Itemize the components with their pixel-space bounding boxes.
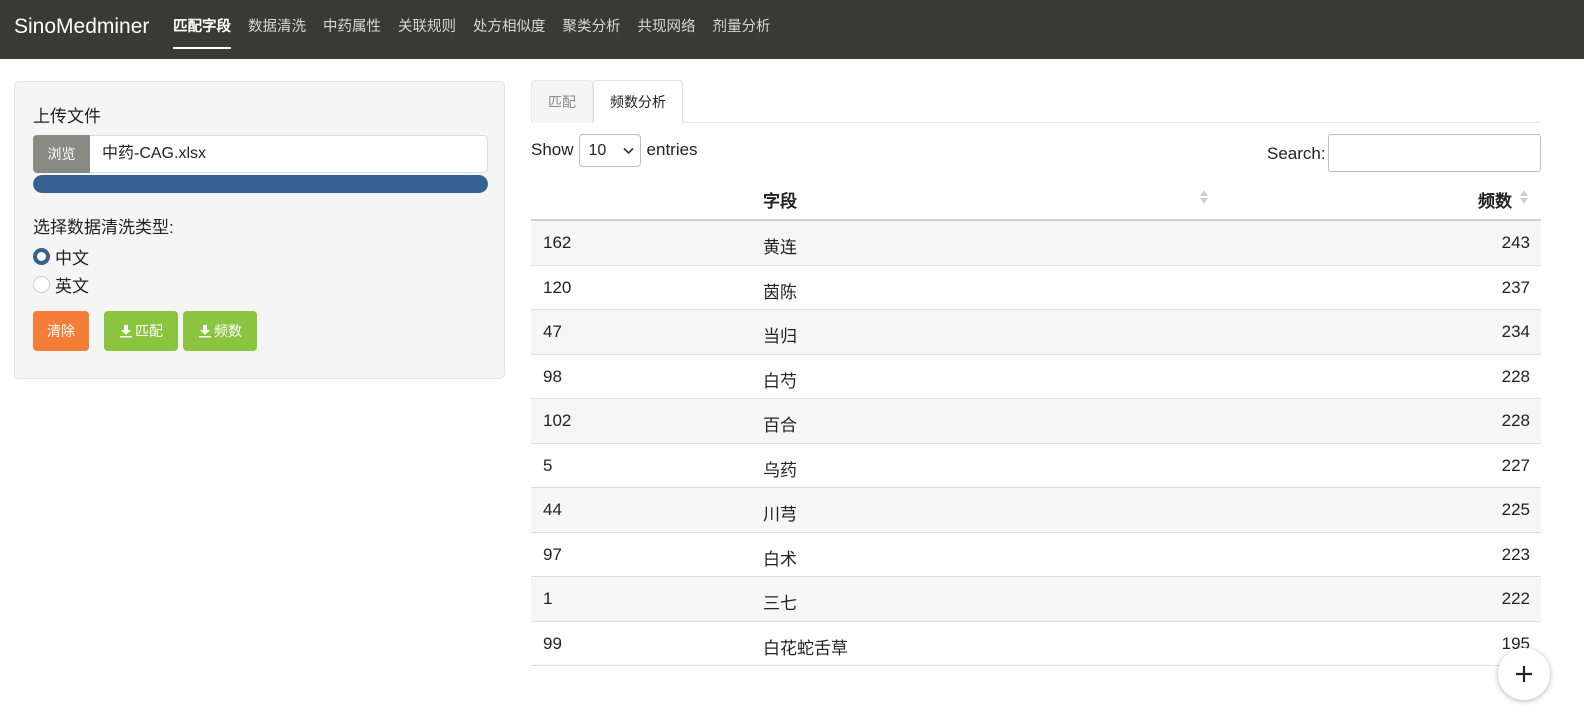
table-row[interactable]: 97 白术 223 <box>531 533 1541 577</box>
table-header: 字段 频数 <box>531 174 1541 221</box>
herb-name-cell: 乌药 <box>763 460 797 480</box>
nav-item-match-fields[interactable]: 匹配字段 <box>173 0 231 59</box>
sort-icon[interactable] <box>1519 188 1529 206</box>
radio-unchecked-icon[interactable] <box>33 276 50 293</box>
row-index-cell: 102 <box>543 411 572 430</box>
frequency-table: 字段 频数 162 黄连 243 120 茵陈 237 47 当归 234 98 白芍 228 102 百… <box>531 174 1541 666</box>
row-index-cell: 5 <box>543 455 553 475</box>
browse-button[interactable]: 浏览 <box>33 135 90 173</box>
herb-name-cell: 白花蛇舌草 <box>763 638 848 658</box>
nav-item-data-cleaning[interactable]: 数据清洗 <box>248 0 306 59</box>
radio-english[interactable]: 英文 <box>33 272 89 297</box>
row-index-cell: 98 <box>543 366 562 386</box>
table-row[interactable]: 98 白芍 228 <box>531 355 1541 399</box>
row-index-cell: 162 <box>543 233 572 252</box>
nav-item-cluster-analysis[interactable]: 聚类分析 <box>563 0 621 59</box>
nav-item-prescription-similarity[interactable]: 处方相似度 <box>473 0 546 59</box>
sort-icon[interactable] <box>1199 188 1209 206</box>
clear-button[interactable]: 清除 <box>33 311 89 351</box>
nav-items: 匹配字段 数据清洗 中药属性 关联规则 处方相似度 聚类分析 共现网络 剂量分析 <box>173 0 788 59</box>
download-match-label: 匹配 <box>135 323 163 339</box>
radio-checked-icon[interactable] <box>33 248 50 265</box>
show-entries: Show 10 entries <box>531 133 698 167</box>
row-index-cell: 1 <box>543 589 553 608</box>
frequency-cell: 223 <box>1501 544 1530 564</box>
entries-value: 10 <box>588 141 607 159</box>
frequency-cell: 234 <box>1501 322 1530 341</box>
clean-type-label: 选择数据清洗类型: <box>33 218 174 237</box>
row-index-cell: 44 <box>543 500 562 519</box>
download-match-button[interactable]: 匹配 <box>104 311 178 351</box>
row-index-cell: 97 <box>543 544 562 564</box>
table-body: 162 黄连 243 120 茵陈 237 47 当归 234 98 白芍 228 102 百合 228 5 乌… <box>531 221 1541 666</box>
search-input[interactable] <box>1328 134 1541 172</box>
row-index-cell: 120 <box>543 277 572 297</box>
table-row[interactable]: 5 乌药 227 <box>531 444 1541 488</box>
herb-name-cell: 当归 <box>763 327 797 346</box>
add-fab-button[interactable] <box>1498 648 1550 700</box>
herb-name-cell: 白芍 <box>763 371 797 391</box>
herb-name-cell: 黄连 <box>763 238 797 257</box>
table-row[interactable]: 99 白花蛇舌草 195 <box>531 622 1541 666</box>
frequency-cell: 225 <box>1501 500 1530 519</box>
frequency-cell: 228 <box>1501 411 1530 430</box>
table-row[interactable]: 44 川芎 225 <box>531 488 1541 533</box>
frequency-cell: 227 <box>1501 455 1530 475</box>
upload-progress-fill <box>33 175 488 193</box>
table-row[interactable]: 162 黄连 243 <box>531 221 1541 266</box>
frequency-cell: 228 <box>1501 366 1530 386</box>
entries-select[interactable]: 10 <box>578 133 641 167</box>
radio-chinese-label: 中文 <box>55 249 89 268</box>
tab-match[interactable]: 匹配 <box>531 80 593 123</box>
sidebar-panel: 上传文件 浏览 中药-CAG.xlsx 选择数据清洗类型: 中文 英文 清除 匹… <box>14 81 505 379</box>
table-row[interactable]: 102 百合 228 <box>531 399 1541 444</box>
download-icon <box>120 325 132 338</box>
nav-item-herb-properties[interactable]: 中药属性 <box>323 0 381 59</box>
upload-progress-bar <box>33 175 488 193</box>
plus-icon <box>1516 666 1532 682</box>
row-index-cell: 99 <box>543 633 562 653</box>
column-header-frequency[interactable]: 频数 <box>1478 187 1512 212</box>
radio-chinese[interactable]: 中文 <box>33 244 89 269</box>
upload-label: 上传文件 <box>33 107 101 126</box>
frequency-cell: 237 <box>1501 277 1530 297</box>
download-freq-label: 频数 <box>214 323 242 339</box>
show-label: Show <box>531 140 574 159</box>
radio-english-label: 英文 <box>55 277 89 296</box>
result-tabs: 匹配 频数分析 <box>531 80 1541 124</box>
nav-item-association-rules[interactable]: 关联规则 <box>398 0 456 59</box>
download-icon <box>199 325 211 338</box>
table-row[interactable]: 1 三七 222 <box>531 577 1541 622</box>
nav-item-dosage-analysis[interactable]: 剂量分析 <box>713 0 771 59</box>
entries-label: entries <box>646 140 698 159</box>
brand-title[interactable]: SinoMedminer <box>14 15 149 39</box>
herb-name-cell: 茵陈 <box>763 282 797 302</box>
search-label: Search: <box>1267 144 1326 163</box>
herb-name-cell: 三七 <box>763 594 797 613</box>
navbar: SinoMedminer 匹配字段 数据清洗 中药属性 关联规则 处方相似度 聚… <box>0 0 1584 59</box>
herb-name-cell: 百合 <box>763 416 797 435</box>
frequency-cell: 243 <box>1501 233 1530 252</box>
chevron-down-icon <box>622 147 634 154</box>
tab-frequency-analysis[interactable]: 频数分析 <box>593 80 683 124</box>
frequency-cell: 222 <box>1501 589 1530 608</box>
file-name-field[interactable]: 中药-CAG.xlsx <box>90 135 488 173</box>
table-row[interactable]: 120 茵陈 237 <box>531 266 1541 310</box>
download-freq-button[interactable]: 频数 <box>183 311 257 351</box>
nav-item-cooccurrence-network[interactable]: 共现网络 <box>638 0 696 59</box>
file-upload: 浏览 中药-CAG.xlsx <box>33 135 488 173</box>
herb-name-cell: 白术 <box>763 549 797 569</box>
table-row[interactable]: 47 当归 234 <box>531 310 1541 355</box>
row-index-cell: 47 <box>543 322 562 341</box>
column-header-field[interactable]: 字段 <box>763 187 797 212</box>
herb-name-cell: 川芎 <box>763 505 797 524</box>
